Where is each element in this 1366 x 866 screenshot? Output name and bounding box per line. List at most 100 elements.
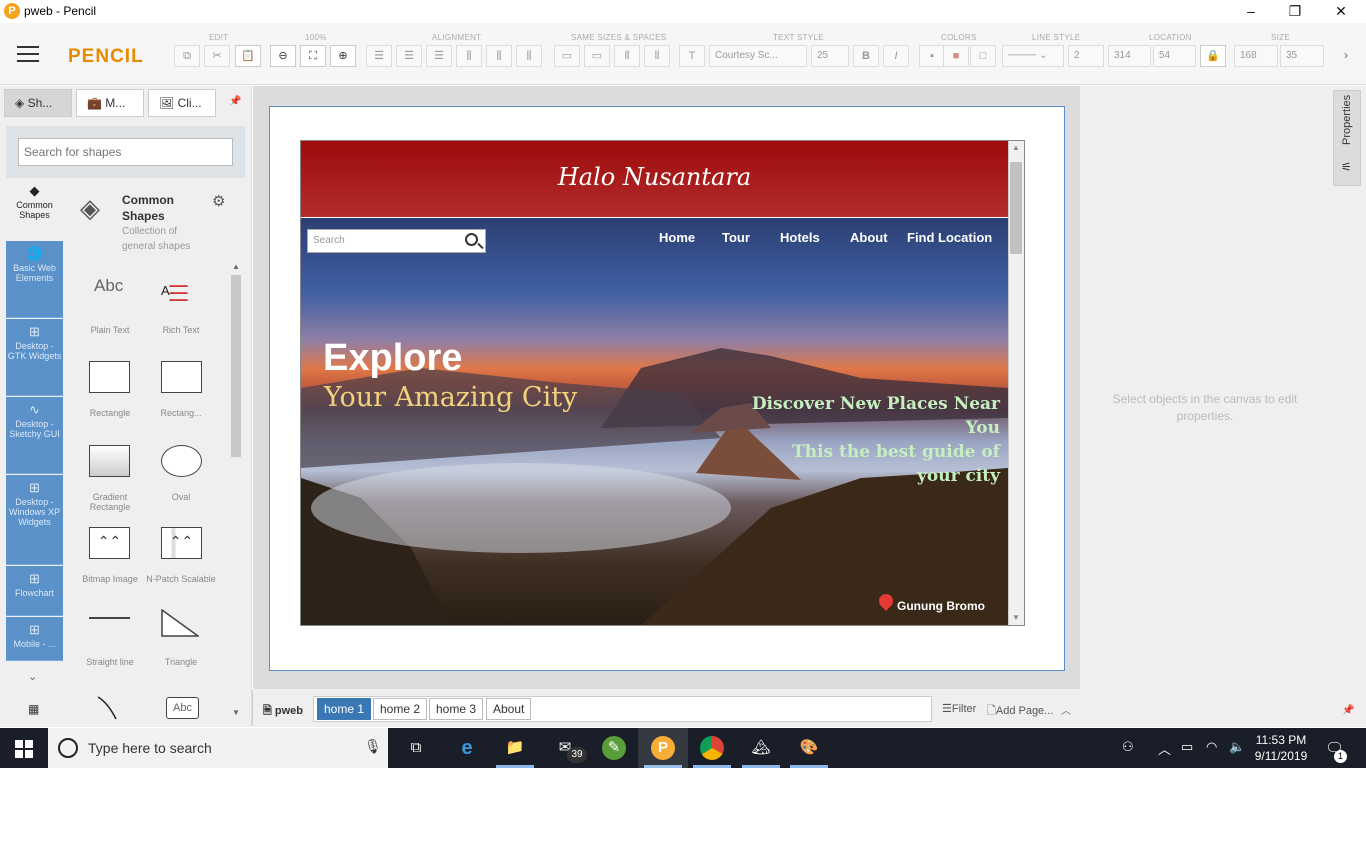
font-size-field[interactable]: 25 — [811, 45, 849, 67]
gear-icon[interactable]: ⚙ — [212, 192, 225, 210]
chevron-down-icon[interactable]: ⌄ — [28, 670, 37, 683]
add-page-button[interactable]: 🗋Add Page... — [987, 702, 1053, 721]
nav-find-location[interactable]: Find Location — [907, 230, 992, 245]
paint-icon[interactable]: 🎨 — [797, 736, 821, 760]
tab-my-collection[interactable]: 💼 M... — [76, 89, 144, 117]
italic-icon[interactable]: I — [883, 45, 909, 67]
taskbar-search-input[interactable]: Type here to search — [48, 728, 388, 768]
battery-icon[interactable]: ▭ — [1181, 739, 1193, 755]
apps-grid-icon[interactable]: ▦ — [28, 702, 39, 716]
chevron-up-icon[interactable]: ︿ — [1158, 739, 1171, 758]
minimize-button[interactable]: – — [1228, 0, 1274, 23]
align-top-icon[interactable]: ⫼ — [456, 45, 482, 67]
file-explorer-icon[interactable]: 📁 — [503, 736, 527, 760]
scroll-down-icon[interactable]: ▼ — [1012, 613, 1020, 622]
chevron-up-icon[interactable]: ︿ — [1061, 702, 1071, 717]
category-gtk[interactable]: ⊞ Desktop - GTK Widgets — [6, 319, 63, 396]
filter-button[interactable]: ☰Filter — [942, 702, 976, 715]
align-left-icon[interactable]: ☰ — [366, 45, 392, 67]
hero-title[interactable]: Explore — [323, 337, 462, 380]
nav-home[interactable]: Home — [659, 230, 695, 245]
shape-search-input[interactable] — [18, 138, 233, 166]
gradient-rectangle-shape[interactable] — [89, 445, 130, 477]
line-style-select[interactable]: ──── ⌄ — [1002, 45, 1064, 67]
category-mobile[interactable]: ⊞ Mobile - ... — [6, 617, 63, 661]
paste-icon[interactable]: 📋 — [235, 45, 261, 67]
bitmap-image-shape[interactable]: ⌃⌃ — [89, 527, 130, 559]
same-height-icon[interactable]: ▭ — [584, 45, 610, 67]
same-width-icon[interactable]: ▭ — [554, 45, 580, 67]
straight-line-shape[interactable] — [89, 617, 130, 619]
volume-icon[interactable]: 🔈 — [1229, 739, 1245, 755]
line-width-field[interactable]: 2 — [1068, 45, 1104, 67]
microphone-icon[interactable]: 🎙 — [364, 738, 382, 755]
font-family-select[interactable]: Courtesy Sc... — [709, 45, 807, 67]
rich-text-shape[interactable]: A▬▬▬ ▬▬▬ ▬▬▬ — [161, 283, 198, 304]
copy-icon[interactable]: ⧉ — [174, 45, 200, 67]
lock-icon[interactable]: 🔒 — [1200, 45, 1226, 67]
category-flowchart[interactable]: ⊞ Flowchart — [6, 566, 63, 616]
text-format-icon[interactable]: T — [679, 45, 705, 67]
close-button[interactable]: ✕ — [1318, 0, 1364, 23]
cortana-icon[interactable] — [58, 738, 78, 758]
location-x-field[interactable]: 314 — [1108, 45, 1151, 67]
pin-icon[interactable]: 📌 — [229, 96, 241, 107]
scroll-up-icon[interactable]: ▲ — [232, 262, 240, 271]
nav-about[interactable]: About — [850, 230, 888, 245]
space-vertical-icon[interactable]: ⫴ — [644, 45, 670, 67]
fill-color-icon[interactable]: ■ — [943, 45, 969, 67]
bold-icon[interactable]: B — [853, 45, 879, 67]
tab-clipart[interactable]: 🖼 Cli... — [148, 89, 216, 117]
sliders-icon[interactable]: ⚟ — [1341, 160, 1352, 174]
text-color-icon[interactable]: ▪ — [919, 45, 945, 67]
hero-subtitle[interactable]: Your Amazing City — [324, 382, 577, 413]
category-common-shapes[interactable]: ◆ Common Shapes — [6, 184, 63, 240]
triangle-shape[interactable] — [161, 608, 201, 637]
scroll-up-icon[interactable]: ▲ — [1012, 143, 1020, 152]
search-icon[interactable] — [465, 233, 478, 246]
size-width-field[interactable]: 168 — [1234, 45, 1278, 67]
wifi-icon[interactable]: ◠ — [1206, 739, 1217, 755]
mockup-scrollbar-thumb[interactable] — [1010, 162, 1022, 254]
callout-shape[interactable]: Abc — [166, 697, 199, 719]
size-height-field[interactable]: 35 — [1280, 45, 1324, 67]
align-middle-icon[interactable]: ⫼ — [486, 45, 512, 67]
rectangle-shape[interactable] — [89, 361, 130, 393]
cut-icon[interactable]: ✂ — [204, 45, 230, 67]
plain-text-shape[interactable]: Abc — [94, 276, 123, 296]
pin-icon[interactable]: 📌 — [1342, 705, 1354, 716]
space-horizontal-icon[interactable]: ⫴ — [614, 45, 640, 67]
task-view-icon[interactable]: ⧉ — [404, 736, 428, 760]
evernote-icon[interactable]: ✎ — [602, 736, 626, 760]
tab-about[interactable]: About — [486, 698, 532, 720]
category-winxp[interactable]: ⊞ Desktop - Windows XP Widgets — [6, 475, 63, 565]
category-basic-web[interactable]: 🌐 Basic Web Elements — [6, 241, 63, 318]
location-y-field[interactable]: 54 — [1153, 45, 1196, 67]
site-title[interactable]: Halo Nusantara — [301, 163, 1008, 191]
shapes-scrollbar-thumb[interactable] — [231, 275, 241, 457]
site-search-input[interactable]: Search — [307, 229, 486, 253]
people-icon[interactable]: ⚇ — [1122, 739, 1134, 755]
tab-home-3[interactable]: home 3 — [429, 698, 484, 720]
stroke-color-icon[interactable]: □ — [970, 45, 996, 67]
tab-home-1[interactable]: home 1 — [317, 698, 372, 720]
restore-button[interactable]: ❐ — [1272, 0, 1318, 23]
oval-shape[interactable] — [161, 445, 202, 477]
scroll-down-icon[interactable]: ▼ — [232, 708, 240, 717]
nav-hotels[interactable]: Hotels — [780, 230, 820, 245]
category-sketchy[interactable]: ∿ Desktop - Sketchy GUI — [6, 397, 63, 474]
hero-tagline[interactable]: Discover New Places Near You This the bes… — [745, 392, 1000, 488]
zoom-out-icon[interactable]: ⊖ — [270, 45, 296, 67]
zoom-in-icon[interactable]: ⊕ — [330, 45, 356, 67]
n-patch-shape[interactable]: ⌃⌃ — [161, 527, 202, 559]
location-label[interactable]: Gunung Bromo — [897, 599, 985, 613]
chrome-icon[interactable] — [700, 736, 724, 760]
align-bottom-icon[interactable]: ⫼ — [516, 45, 542, 67]
align-right-icon[interactable]: ☰ — [426, 45, 452, 67]
rounded-rectangle-shape[interactable] — [161, 361, 202, 393]
fit-screen-icon[interactable]: ⛶ — [300, 45, 326, 67]
toolbar-scroll-right-icon[interactable]: › — [1344, 48, 1348, 62]
system-clock[interactable]: 11:53 PM 9/11/2019 — [1253, 732, 1309, 764]
edge-icon[interactable]: e — [455, 736, 479, 760]
photos-icon[interactable]: 🏔 — [749, 736, 773, 760]
